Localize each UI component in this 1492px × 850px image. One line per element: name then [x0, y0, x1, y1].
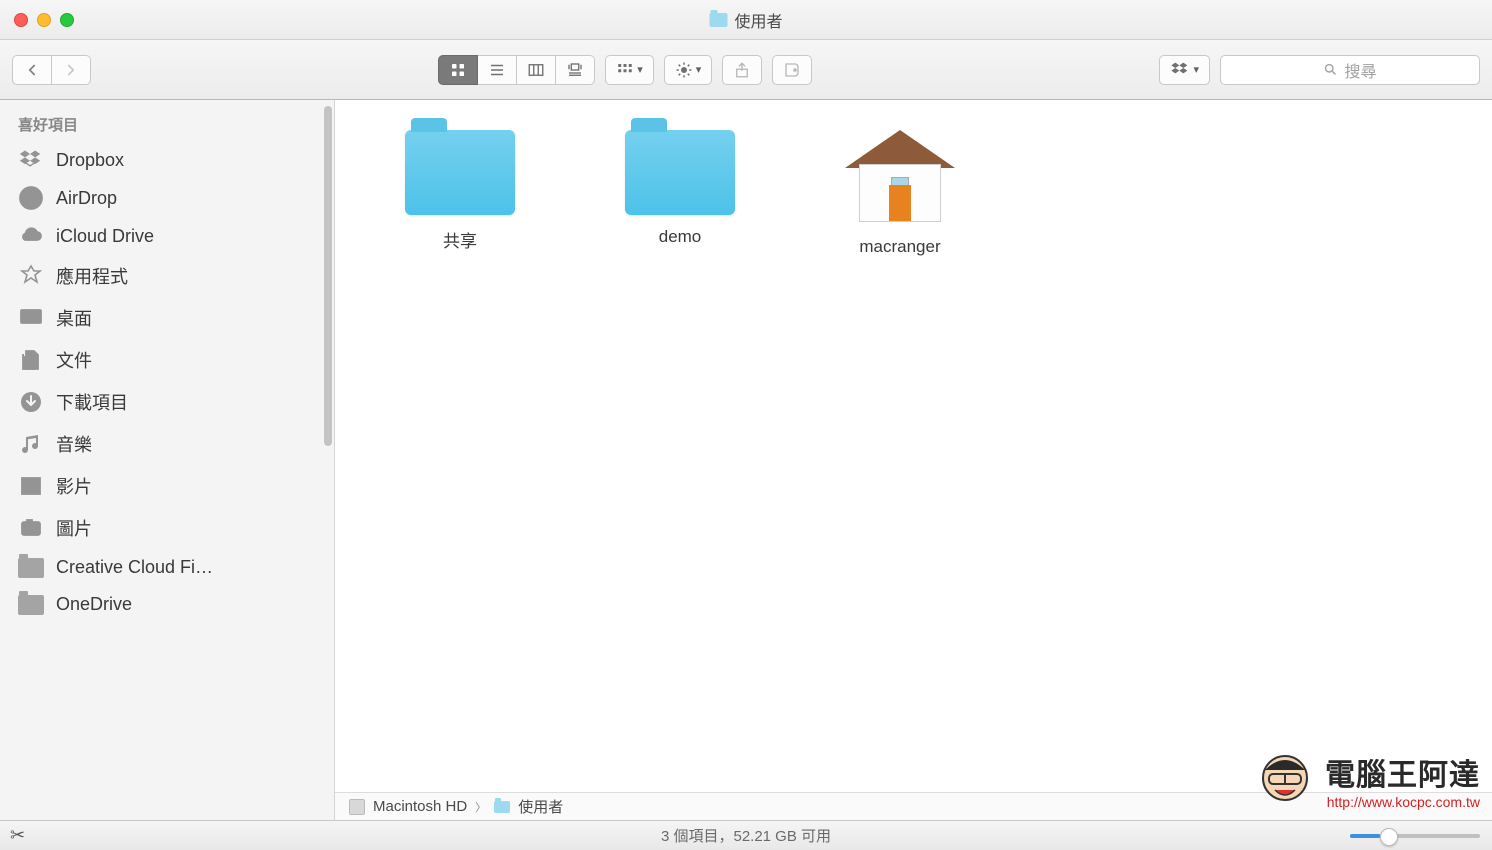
- file-item-label: 共享: [443, 227, 477, 252]
- file-item-label: macranger: [859, 237, 940, 257]
- path-bar: Macintosh HD 〉 使用者: [335, 792, 1492, 820]
- file-item-label: demo: [659, 227, 702, 247]
- folder-icon: [494, 801, 510, 813]
- sidebar-item-label: 文件: [56, 347, 92, 373]
- status-bar: ✂ 3 個項目，52.21 GB 可用: [0, 820, 1492, 850]
- home-icon: [845, 130, 955, 225]
- sidebar-item-label: Dropbox: [56, 150, 124, 171]
- applications-icon: [18, 265, 44, 287]
- folder-icon: [18, 558, 44, 578]
- action-button[interactable]: ▾: [664, 55, 713, 85]
- path-segment[interactable]: Macintosh HD: [373, 798, 467, 815]
- sidebar-item-label: 圖片: [56, 515, 92, 541]
- icon-size-slider[interactable]: [1350, 834, 1480, 838]
- search-field[interactable]: 搜尋: [1220, 55, 1480, 85]
- icon-grid: 共享 demo macranger: [335, 100, 1492, 287]
- content-area: 共享 demo macranger Macintosh HD 〉: [335, 100, 1492, 820]
- sidebar-item-label: 影片: [56, 473, 92, 499]
- sidebar-item-creative-cloud[interactable]: Creative Cloud Fi…: [0, 549, 334, 586]
- folder-icon: [709, 13, 727, 27]
- watermark: 電腦王阿達 http://www.kocpc.com.tw: [1325, 750, 1480, 810]
- sidebar-item-label: iCloud Drive: [56, 226, 154, 247]
- sidebar-item-label: Creative Cloud Fi…: [56, 557, 213, 578]
- sidebar-item-label: 應用程式: [56, 263, 128, 289]
- sidebar-item-label: 下載項目: [56, 389, 128, 415]
- toolbar: ▾ ▾ ▾ 搜尋: [0, 40, 1492, 100]
- folder-icon: [18, 595, 44, 615]
- list-view-button[interactable]: [478, 55, 517, 85]
- window-controls: [0, 13, 74, 27]
- sidebar-item-music[interactable]: 音樂: [0, 423, 334, 465]
- view-group: [438, 55, 595, 85]
- chevron-down-icon: ▾: [637, 63, 643, 76]
- close-button[interactable]: [14, 13, 28, 27]
- folder-icon: [625, 130, 735, 215]
- watermark-face-icon: [1255, 750, 1315, 810]
- airdrop-icon: [18, 187, 44, 209]
- titlebar: 使用者: [0, 0, 1492, 40]
- sidebar-item-onedrive[interactable]: OneDrive: [0, 586, 334, 623]
- arrange-button[interactable]: ▾: [605, 55, 654, 85]
- cloud-icon: [18, 225, 44, 247]
- documents-icon: [18, 349, 44, 371]
- sidebar-item-label: AirDrop: [56, 188, 117, 209]
- sidebar-item-icloud[interactable]: iCloud Drive: [0, 217, 334, 255]
- sidebar-item-documents[interactable]: 文件: [0, 339, 334, 381]
- back-button[interactable]: [12, 55, 52, 85]
- main-area: 喜好項目 Dropbox AirDrop iCloud Drive 應用程式 桌…: [0, 100, 1492, 820]
- icon-view-button[interactable]: [438, 55, 478, 85]
- sidebar-item-desktop[interactable]: 桌面: [0, 297, 334, 339]
- dropbox-button[interactable]: ▾: [1159, 55, 1210, 85]
- window-title: 使用者: [709, 8, 782, 32]
- sidebar-item-label: 桌面: [56, 305, 92, 331]
- file-item-shared[interactable]: 共享: [385, 130, 535, 257]
- folder-icon: [405, 130, 515, 215]
- chevron-down-icon: ▾: [696, 63, 702, 76]
- pictures-icon: [18, 517, 44, 539]
- desktop-icon: [18, 307, 44, 329]
- sidebar-header: 喜好項目: [0, 110, 334, 141]
- sidebar-item-label: 音樂: [56, 431, 92, 457]
- sidebar: 喜好項目 Dropbox AirDrop iCloud Drive 應用程式 桌…: [0, 100, 335, 820]
- sidebar-scrollbar[interactable]: [324, 106, 332, 446]
- sidebar-item-label: OneDrive: [56, 594, 132, 615]
- sidebar-item-movies[interactable]: 影片: [0, 465, 334, 507]
- maximize-button[interactable]: [60, 13, 74, 27]
- chevron-right-icon: 〉: [475, 799, 486, 815]
- watermark-url: http://www.kocpc.com.tw: [1325, 794, 1480, 810]
- sidebar-item-applications[interactable]: 應用程式: [0, 255, 334, 297]
- file-item-macranger[interactable]: macranger: [825, 130, 975, 257]
- sidebar-item-airdrop[interactable]: AirDrop: [0, 179, 334, 217]
- minimize-button[interactable]: [37, 13, 51, 27]
- movies-icon: [18, 475, 44, 497]
- nav-group: [12, 55, 91, 85]
- forward-button[interactable]: [52, 55, 91, 85]
- tags-button[interactable]: [772, 55, 812, 85]
- coverflow-view-button[interactable]: [556, 55, 595, 85]
- file-item-demo[interactable]: demo: [605, 130, 755, 257]
- sidebar-item-downloads[interactable]: 下載項目: [0, 381, 334, 423]
- dropbox-icon: [18, 149, 44, 171]
- path-segment[interactable]: 使用者: [518, 796, 563, 817]
- quick-actions-icon[interactable]: ✂: [10, 825, 25, 846]
- disk-icon: [349, 799, 365, 815]
- share-button[interactable]: [722, 55, 762, 85]
- downloads-icon: [18, 391, 44, 413]
- sidebar-item-dropbox[interactable]: Dropbox: [0, 141, 334, 179]
- music-icon: [18, 433, 44, 455]
- status-text: 3 個項目，52.21 GB 可用: [661, 825, 831, 846]
- search-icon: [1323, 62, 1338, 77]
- watermark-title: 電腦王阿達: [1325, 750, 1480, 794]
- chevron-down-icon: ▾: [1193, 63, 1199, 76]
- column-view-button[interactable]: [517, 55, 556, 85]
- window-title-text: 使用者: [734, 8, 782, 32]
- sidebar-item-pictures[interactable]: 圖片: [0, 507, 334, 549]
- search-placeholder: 搜尋: [1344, 58, 1376, 82]
